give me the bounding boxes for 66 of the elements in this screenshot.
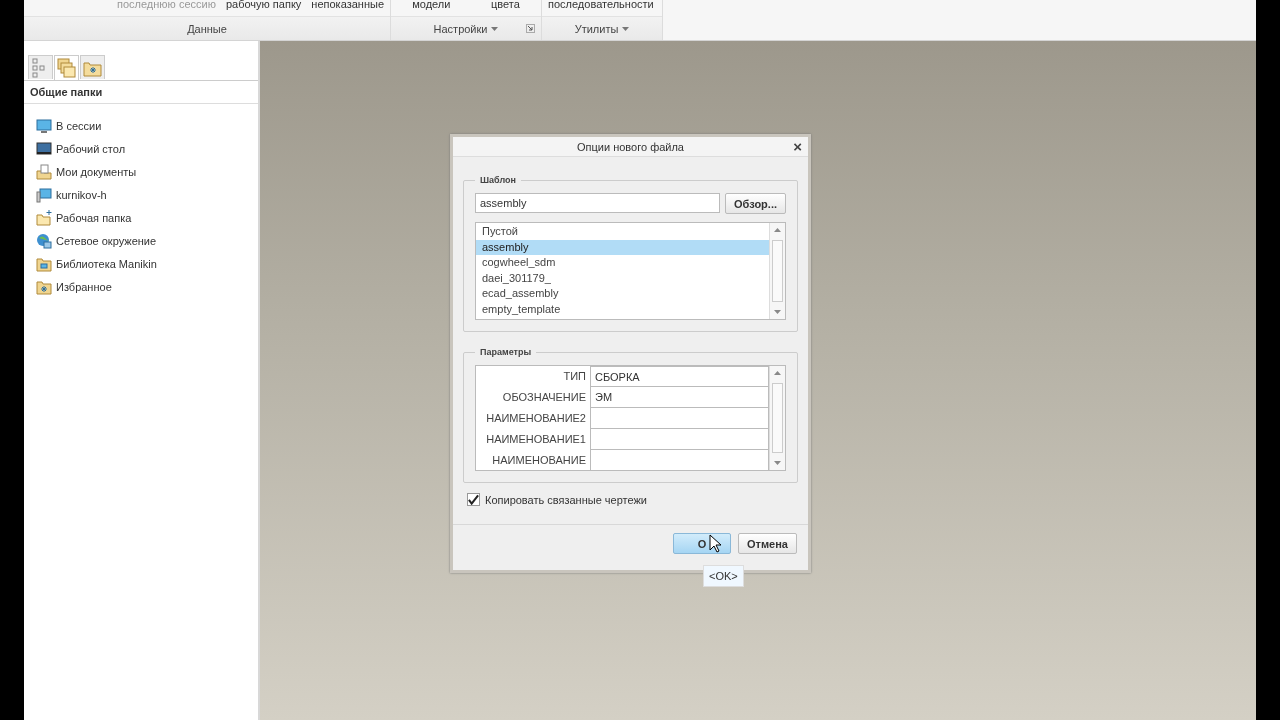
group-label: Данные — [187, 22, 227, 35]
check-icon — [468, 494, 479, 505]
parameter-name: НАИМЕНОВАНИЕ — [491, 453, 587, 468]
parameter-name: ОБОЗНАЧЕНИЕ — [501, 390, 587, 405]
parameter-value-field[interactable]: ЭМ — [590, 387, 769, 408]
folder-item[interactable]: В сессии — [56, 119, 102, 132]
folder-icon — [36, 278, 52, 295]
parameter-value-field[interactable] — [590, 408, 769, 429]
folder-item[interactable]: Сетевое окружение — [56, 234, 157, 247]
group-legend: Параметры — [475, 347, 537, 357]
group-label[interactable]: Настройки — [433, 22, 488, 35]
panel-tab[interactable] — [54, 55, 79, 80]
browse-button[interactable]: Обзор... — [725, 193, 786, 214]
scroll-down-icon — [774, 310, 781, 314]
parameter-value-field[interactable] — [590, 429, 769, 450]
ribbon-command[interactable]: последовательности — [548, 0, 654, 9]
template-field[interactable]: assembly — [475, 193, 720, 213]
scroll-up-icon — [774, 228, 781, 232]
close-button[interactable]: × — [793, 137, 802, 156]
dialog-launcher-icon[interactable] — [526, 24, 535, 33]
checkbox-label[interactable]: Копировать связанные чертежи — [485, 493, 647, 506]
template-option[interactable]: Пустой — [476, 224, 769, 240]
template-option[interactable]: cogwheel_sdm — [476, 255, 769, 271]
ribbon-command[interactable]: непоказанные — [311, 0, 384, 9]
monitor-icon — [36, 117, 52, 134]
folder-item[interactable]: Рабочая папка — [56, 211, 132, 224]
folder-item[interactable]: Библиотека Manikin — [56, 257, 157, 270]
folder-icon — [36, 255, 52, 272]
parameter-name: ТИП — [562, 369, 587, 384]
folder-item[interactable]: Избранное — [56, 280, 112, 293]
cancel-button[interactable]: Отмена — [738, 533, 797, 554]
parameter-name: НАИМЕНОВАНИЕ1 — [485, 432, 587, 447]
scroll-up-icon — [774, 371, 781, 375]
parameter-value-field[interactable] — [590, 450, 769, 471]
template-option[interactable]: assembly — [476, 239, 769, 255]
template-option[interactable]: empty_template — [476, 301, 769, 317]
dropdown-caret-icon — [491, 26, 499, 31]
computer-icon — [36, 186, 52, 203]
ribbon-command[interactable]: модели — [412, 0, 451, 9]
parameter-name: НАИМЕНОВАНИЕ2 — [485, 411, 587, 426]
scroll-down-icon — [774, 461, 781, 465]
folder-item[interactable]: kurnikov-h — [56, 188, 107, 201]
cursor-icon — [709, 534, 723, 553]
folder-item[interactable]: Рабочий стол — [56, 142, 126, 155]
folder-icon — [36, 163, 52, 180]
folder-icon — [36, 209, 52, 226]
dropdown-caret-icon — [622, 26, 630, 31]
ribbon-command[interactable]: цвета — [490, 0, 520, 9]
group-label[interactable]: Утилиты — [574, 22, 619, 35]
scrollbar[interactable] — [769, 223, 785, 319]
folder-item[interactable]: Мои документы — [56, 165, 137, 178]
template-option[interactable]: daei_301179_ — [476, 270, 769, 286]
folders-icon — [57, 58, 76, 78]
panel-tab[interactable] — [28, 55, 53, 79]
parameter-value-field[interactable]: СБОРКА — [590, 366, 769, 387]
scrollbar[interactable] — [769, 366, 785, 470]
ribbon-command[interactable]: рабочую папку — [225, 0, 302, 9]
globe-icon — [36, 232, 52, 249]
dialog-title: Опции нового файла — [577, 140, 684, 153]
checkbox[interactable] — [467, 493, 480, 506]
template-option[interactable]: ecad_assembly — [476, 286, 769, 302]
monitor-icon — [36, 140, 52, 157]
panel-title: Общие папки — [24, 81, 258, 104]
panel-tab[interactable] — [80, 55, 105, 79]
tooltip: <OK> — [703, 565, 744, 587]
group-legend: Шаблон — [475, 175, 521, 185]
